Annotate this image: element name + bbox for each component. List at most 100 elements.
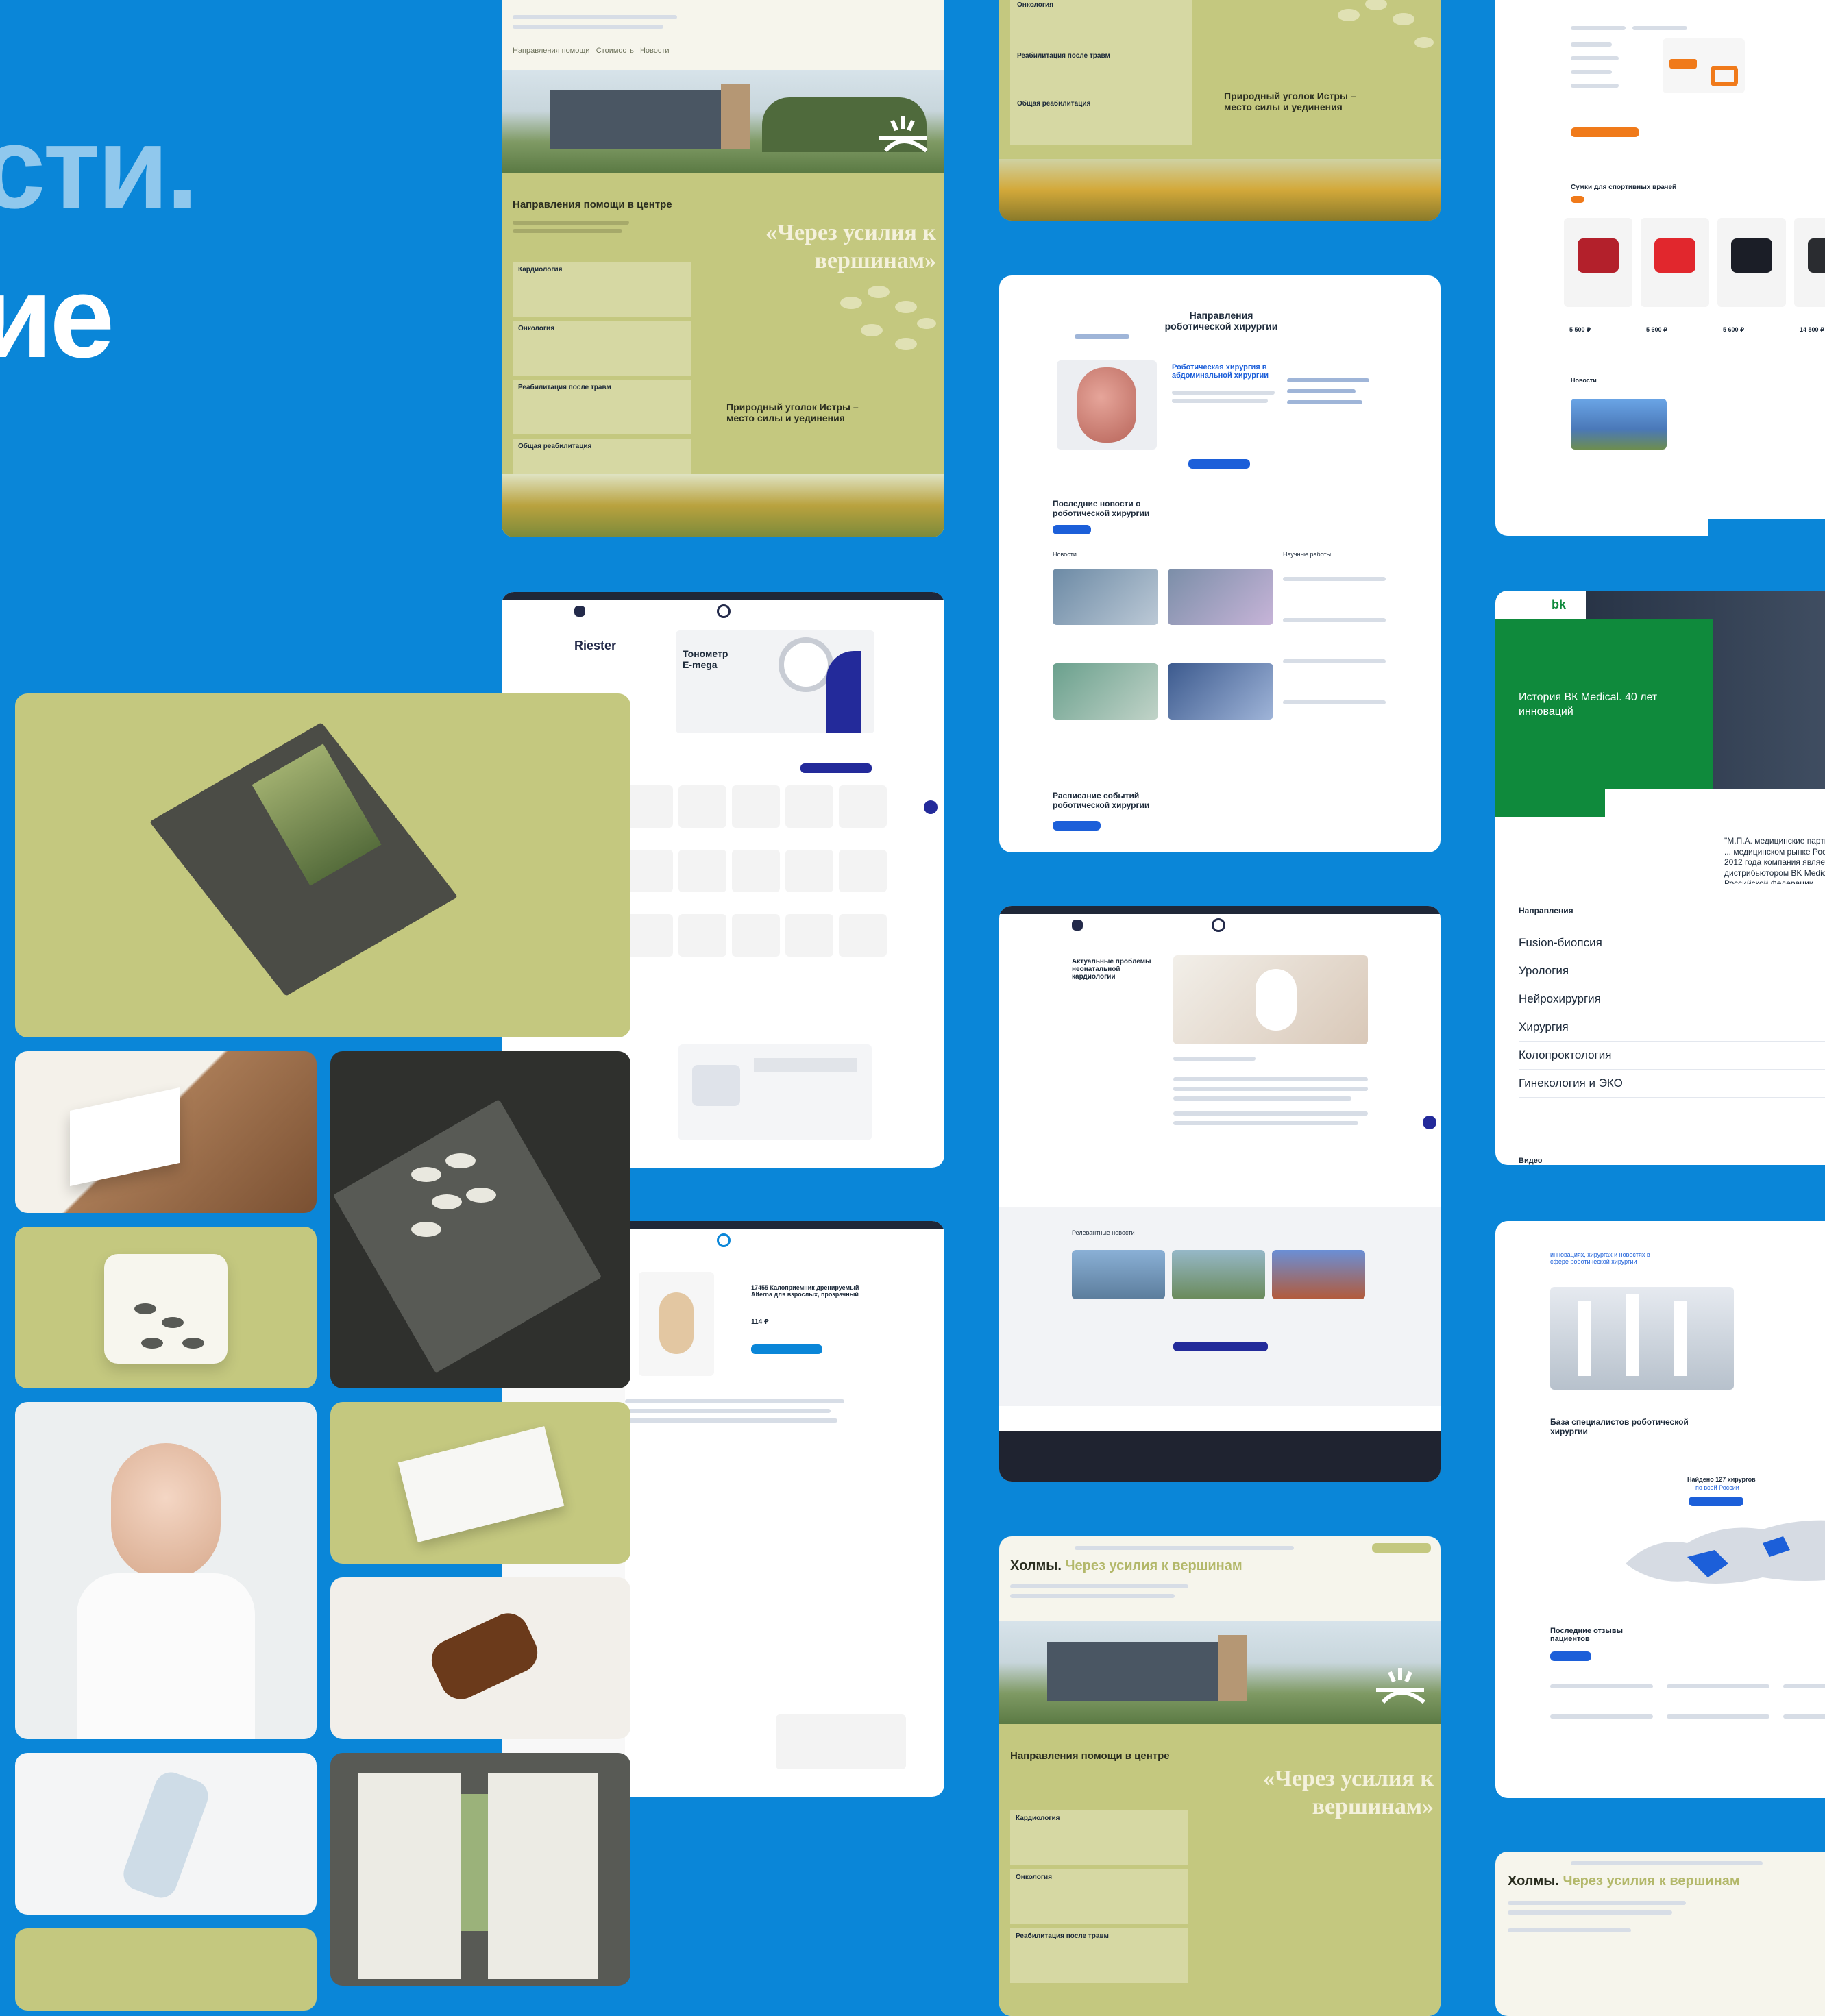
show-more-button[interactable] — [1173, 1342, 1268, 1351]
kholmy-logo-icon — [879, 116, 928, 153]
product-card[interactable] — [1717, 218, 1786, 307]
article-title: Актуальные проблемы неонатальной кардиол… — [1072, 958, 1151, 981]
kholmy-quote: «Через усилия к вершинам» — [765, 220, 936, 273]
related-news-photo[interactable] — [1072, 1250, 1165, 1299]
direction-box[interactable]: Онкология — [513, 321, 691, 376]
product-thumb[interactable] — [785, 914, 833, 957]
robotic-directions-title: Направления роботической хирургии — [1164, 310, 1278, 332]
bk-direction-item[interactable]: Fusion-биопсия — [1519, 929, 1825, 957]
bk-direction-item[interactable]: Колопроктология — [1519, 1042, 1825, 1070]
product-thumb[interactable] — [839, 785, 887, 828]
reviews-title: Последние отзывы пациентов — [1550, 1627, 1623, 1643]
diagnostic-set-photo — [678, 1044, 872, 1140]
papers-label: Научные работы — [1283, 551, 1332, 558]
product-price: 5 600 ₽ — [1646, 326, 1668, 333]
section-label: Онкология — [1017, 1, 1054, 9]
direction-box[interactable]: Реабилитация после травм — [513, 380, 691, 434]
signup-button[interactable] — [1372, 1543, 1431, 1553]
news-photo — [1571, 399, 1667, 450]
product-thumb[interactable] — [785, 785, 833, 828]
kholmy-directions-title: Направления помощи в центре — [513, 199, 672, 210]
bags-title: Сумки для спортивных врачей — [1571, 184, 1677, 191]
catalog-button[interactable] — [800, 763, 872, 773]
product-image — [639, 1272, 714, 1376]
news-photo[interactable] — [1168, 569, 1273, 625]
product-card[interactable] — [1794, 218, 1825, 307]
news-label: Новости — [1053, 551, 1077, 558]
product-thumb[interactable] — [839, 850, 887, 892]
anatomy-illustration — [1057, 360, 1157, 450]
autumn-trees-photo — [999, 159, 1441, 221]
bk-header-white — [1495, 591, 1586, 619]
specialists-page-card: инновациях, хирургах и новостях в сфере … — [1495, 1221, 1825, 1798]
product-thumb[interactable] — [785, 850, 833, 892]
product-thumb[interactable] — [678, 850, 726, 892]
article-photo — [1173, 955, 1368, 1044]
directions-list: Кардиология Онкология Реабилитация после… — [513, 262, 691, 497]
product-thumb[interactable] — [732, 914, 780, 957]
product-thumb[interactable] — [625, 914, 673, 957]
product-thumb[interactable] — [678, 785, 726, 828]
patient-info-button[interactable] — [1188, 459, 1250, 469]
bk-direction-item[interactable]: Гинекология и ЭКО — [1519, 1070, 1825, 1098]
product-price: 5 500 ₽ — [1569, 326, 1591, 333]
product-hero-title: Тонометр E-mega — [683, 648, 728, 670]
direction-box[interactable]: Кардиология — [1010, 1810, 1188, 1865]
news-photo[interactable] — [1053, 663, 1158, 720]
product-thumb[interactable] — [625, 785, 673, 828]
related-news-photo[interactable] — [1172, 1250, 1265, 1299]
robotic-news-title: Последние новости о роботической хирурги… — [1053, 499, 1150, 518]
schedule-title: Расписание событий роботической хирургии — [1053, 791, 1150, 810]
add-to-cart-button[interactable] — [751, 1344, 822, 1354]
kholmy-page-card: Направления помощи Стоимость Новости Нап… — [502, 0, 944, 537]
promo-banner — [1663, 38, 1745, 93]
product-card[interactable] — [1641, 218, 1709, 307]
kholmy-brand: Холмы. Через усилия к вершинам — [1508, 1873, 1740, 1889]
product-thumb[interactable] — [625, 850, 673, 892]
product-thumb[interactable] — [678, 914, 726, 957]
news-photo[interactable] — [1053, 569, 1158, 625]
robotic-tagline: инновациях, хирургах и новостях в сфере … — [1550, 1251, 1650, 1265]
direction-box[interactable]: Онкология — [1010, 1869, 1188, 1924]
bk-direction-item[interactable]: Нейрохирургия — [1519, 985, 1825, 1013]
kholmy-directions-title: Направления помощи в центре — [1010, 1750, 1170, 1762]
news-photo[interactable] — [1168, 663, 1273, 720]
events-button[interactable] — [1053, 821, 1101, 831]
kholmy-directions-card: Онкология Реабилитация после травм Общая… — [999, 0, 1441, 221]
chat-icon[interactable] — [1423, 1116, 1436, 1129]
leaf-photo — [15, 1928, 317, 2011]
product-thumb[interactable] — [732, 850, 780, 892]
leaf-decoration-icon — [134, 1303, 204, 1349]
shop-news-label: Новости — [1571, 377, 1597, 384]
bk-direction-item[interactable]: Урология — [1519, 957, 1825, 985]
chat-icon[interactable] — [924, 800, 938, 814]
bottle-mockup-photo — [330, 1577, 630, 1739]
show-all-button[interactable] — [1689, 1497, 1743, 1506]
robotic-page-card: Направления роботической хирургии Роботи… — [999, 275, 1441, 852]
product-card[interactable] — [1564, 218, 1632, 307]
bk-video-label: Видео — [1519, 1157, 1543, 1165]
water-bottle-mockup-photo — [15, 1753, 317, 1915]
related-news-photo[interactable] — [1272, 1250, 1365, 1299]
product-thumb[interactable] — [839, 914, 887, 957]
doctor-portrait-photo — [15, 1402, 317, 1739]
bk-directions-title: Направления — [1519, 906, 1573, 915]
riester-logo: Riester — [574, 639, 617, 652]
bk-direction-item[interactable]: Хирургия — [1519, 1013, 1825, 1042]
bk-history-title: История ВК Medical. 40 лет инноваций — [1519, 691, 1658, 717]
all-reviews-button[interactable] — [1550, 1651, 1591, 1661]
direction-box[interactable]: Реабилитация после травм — [1010, 1928, 1188, 1983]
shop-orange-button[interactable] — [1571, 127, 1639, 137]
related-news-title: Релевантные новости — [1072, 1229, 1135, 1236]
specialists-title: База специалистов роботической хирургии — [1550, 1417, 1689, 1436]
product-price: 14 500 ₽ — [1800, 326, 1825, 333]
bk-medical-card: bk История ВК Medical. 40 лет инноваций … — [1495, 591, 1825, 1165]
all-news-button[interactable] — [1053, 525, 1091, 534]
clinic-building-photo — [502, 70, 944, 173]
kholmy-brand: Холмы. Через усилия к вершинам — [1010, 1558, 1242, 1573]
direction-box[interactable]: Кардиология — [513, 262, 691, 317]
product-hero: Тонометр E-mega — [676, 630, 874, 733]
robot-photo — [1550, 1287, 1734, 1390]
field-photo — [502, 474, 944, 537]
product-thumb[interactable] — [732, 785, 780, 828]
